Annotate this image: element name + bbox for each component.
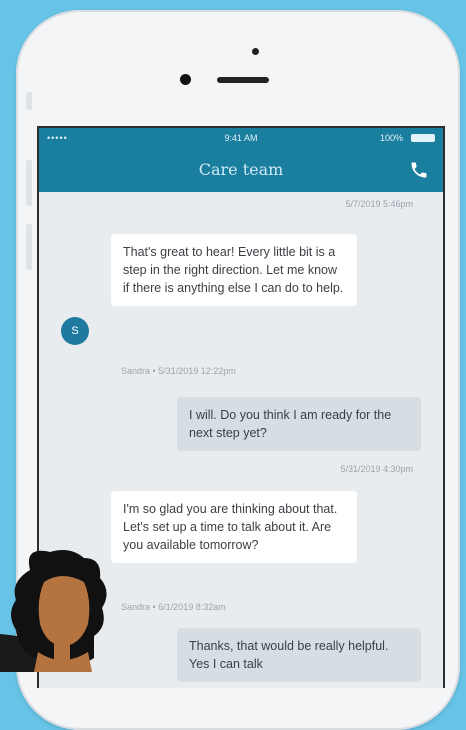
battery-icon [411, 134, 435, 142]
phone-sensor [252, 48, 259, 55]
phone-volume-down [26, 224, 32, 270]
phone-volume-up [26, 160, 32, 206]
message-bubble-incoming: That's great to hear! Every little bit i… [111, 234, 357, 306]
battery-percent: 100% [379, 133, 403, 143]
person-illustration [0, 550, 107, 672]
chat-header: Care team [39, 148, 443, 192]
message-timestamp: 5/31/2019 4:30pm [340, 464, 413, 474]
status-bar: ••••• 9:41 AM 100% [39, 128, 443, 148]
phone-camera [180, 74, 191, 85]
avatar: S [61, 317, 89, 345]
message-sender-time: Sandra • 5/31/2019 12:22pm [121, 366, 236, 376]
message-bubble-incoming: I'm so glad you are thinking about that.… [111, 491, 357, 563]
message-bubble-outgoing: I will. Do you think I am ready for the … [177, 397, 421, 451]
chat-title: Care team [198, 160, 284, 179]
phone-side-button [26, 92, 32, 110]
message-bubble-outgoing: Thanks, that would be really helpful. Ye… [177, 628, 421, 682]
phone-speaker [217, 77, 269, 83]
message-timestamp: 5/7/2019 5:46pm [345, 199, 413, 209]
message-sender-time: Sandra • 6/1/2019 8:32am [121, 602, 226, 612]
phone-icon[interactable] [409, 160, 429, 180]
